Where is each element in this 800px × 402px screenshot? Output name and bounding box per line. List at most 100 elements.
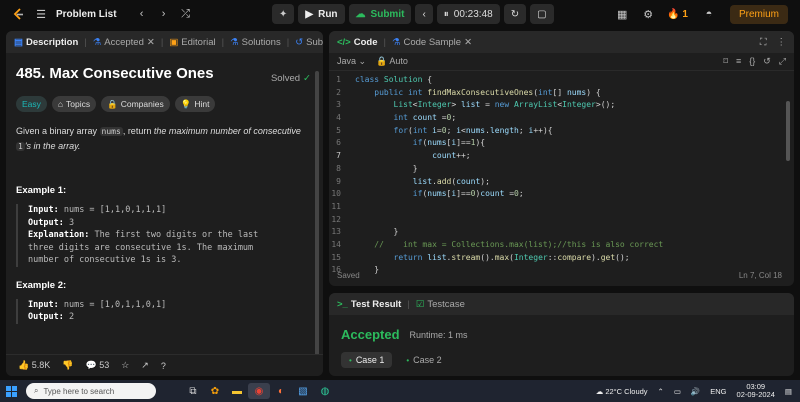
tag-icon: ⌂ (57, 99, 64, 109)
difficulty-badge: Easy (16, 96, 47, 112)
volume-icon[interactable]: 🔊 (691, 387, 700, 396)
flask-icon: ⚗ (92, 36, 102, 48)
layout-grid-icon[interactable]: ▦ (615, 7, 629, 21)
firefox-icon[interactable]: ◐ (270, 383, 292, 399)
comments-button[interactable]: 💬 53 (85, 360, 109, 371)
debug-button[interactable]: ✦ (272, 4, 295, 24)
cloud-upload-icon: ☁ (355, 8, 366, 20)
tab-accepted[interactable]: ⚗ Accepted ✕ (93, 37, 155, 48)
run-button[interactable]: ▶ Run (298, 4, 345, 24)
problem-title: 485. Max Consecutive Ones (16, 65, 214, 82)
tab-code[interactable]: </> Code (337, 37, 378, 48)
star-icon: ☆ (121, 360, 130, 370)
premium-button[interactable]: Premium (729, 4, 788, 24)
submit-button[interactable]: ☁ Submit (348, 4, 412, 24)
lock-icon: 🔒 (107, 98, 118, 109)
language-indicator[interactable]: ENG (710, 387, 726, 396)
system-tray: ☁ 22°C Cloudy ⌃ ▭ 🔊 ENG 03:09 02-09-2024 … (596, 380, 792, 402)
bookmark-icon[interactable]: ⌑ (723, 56, 728, 67)
edge-icon[interactable]: ◍ (314, 383, 336, 399)
lightbulb-icon: 💡 (180, 98, 192, 109)
format-icon[interactable]: ≡ (736, 56, 741, 67)
editor-toolbar: Java ⌄ 🔒 Auto ⌑ ≡ {} ↺ ⤢ (329, 53, 794, 71)
language-select[interactable]: Java ⌄ (337, 56, 366, 67)
description-footer: 👍 5.8K 👎 💬 53 ☆ ↗ ? (6, 354, 323, 376)
tab-test-result[interactable]: >_ Test Result (337, 299, 401, 310)
problem-list-icon[interactable]: ☰ (34, 7, 48, 21)
file-explorer-icon[interactable]: ▬ (226, 383, 248, 399)
flask-icon: ⚗ (230, 36, 239, 48)
problem-list-title[interactable]: Problem List (56, 9, 117, 20)
dislike-button[interactable]: 👎 (62, 360, 73, 371)
timer-reset-button[interactable]: ↻ (503, 4, 527, 24)
help-button[interactable]: ? (161, 361, 166, 371)
autocomplete-mode[interactable]: 🔒 Auto (376, 56, 408, 67)
timer-collapse-button[interactable]: ‹ (415, 4, 433, 24)
editor-scrollbar[interactable] (786, 101, 790, 161)
network-icon[interactable]: ▭ (674, 387, 681, 396)
leetcode-logo-icon[interactable] (12, 7, 26, 21)
shuffle-icon[interactable]: ⤮ (179, 7, 193, 21)
avatar[interactable]: ◓ (700, 7, 718, 21)
solved-status: Solved ✓ (270, 73, 311, 84)
settings-gear-icon[interactable]: ⚙ (641, 7, 655, 21)
search-icon: ⌕ (34, 386, 39, 395)
notes-button[interactable]: ▢ (530, 4, 554, 24)
help-icon: ? (160, 360, 166, 371)
bug-icon: ✦ (279, 8, 288, 20)
braces-icon[interactable]: {} (749, 56, 755, 67)
cloud-icon: ☁ (595, 386, 604, 396)
notification-icon[interactable]: ▤ (785, 387, 792, 396)
tab-submissions[interactable]: ↺Subm (295, 37, 323, 48)
show-hidden-icons[interactable]: ⌃ (658, 387, 664, 396)
hint-badge[interactable]: 💡 Hint (174, 96, 216, 112)
taskbar-search-input[interactable]: ⌕ Type here to search (26, 383, 156, 399)
copilot-icon[interactable]: ✿ (204, 383, 226, 399)
thumbs-up-icon: 👍 (18, 360, 30, 370)
cursor-position: Ln 7, Col 18 (738, 271, 782, 280)
prev-problem-icon[interactable]: ‹ (135, 7, 149, 21)
streak-counter[interactable]: 🔥 1 (667, 9, 688, 20)
tab-code-sample[interactable]: ⚗ Code Sample ✕ (392, 37, 472, 48)
top-bar: ☰ Problem List ‹ › ⤮ ✦ ▶ Run ☁ Submit ‹ ⏸ 0… (0, 0, 800, 28)
windows-start-icon[interactable] (0, 385, 22, 397)
tab-testcase[interactable]: ☑ Testcase (416, 299, 465, 310)
description-scrollbar[interactable] (315, 71, 319, 371)
like-button[interactable]: 👍 5.8K (18, 360, 50, 371)
lock-icon: 🔒 (376, 56, 388, 66)
tab-solutions[interactable]: ⚗ Solutions (230, 37, 281, 48)
timer[interactable]: ⏸ 00:23:48 (436, 4, 500, 24)
clock[interactable]: 03:09 02-09-2024 (737, 383, 775, 399)
test-result-panel: >_ Test Result | ☑ Testcase Accepted Runti… (329, 293, 794, 376)
result-tabs: >_ Test Result | ☑ Testcase (329, 293, 794, 315)
task-view-icon[interactable]: ⧉ (182, 383, 204, 399)
companies-badge[interactable]: 🔒 Companies (101, 96, 170, 112)
document-icon: ▤ (14, 36, 23, 48)
store-icon[interactable]: ▧ (292, 383, 314, 399)
close-icon[interactable]: ✕ (147, 37, 155, 48)
favorite-button[interactable]: ☆ (121, 360, 129, 371)
next-problem-icon[interactable]: › (157, 7, 171, 21)
tab-editorial[interactable]: ▣ Editorial (169, 37, 215, 48)
description-panel: ▤ Description | ⚗ Accepted ✕ | ▣ Editorial |… (6, 31, 323, 376)
chevron-down-icon: ⌄ (358, 56, 367, 66)
thumbs-down-icon: 👎 (62, 360, 74, 370)
reset-code-icon[interactable]: ↺ (763, 56, 771, 67)
share-button[interactable]: ↗ (141, 360, 149, 371)
topics-badge[interactable]: ⌂ Topics (51, 96, 97, 112)
flask-icon: ⚗ (391, 36, 401, 48)
checkbox-icon: ☑ (415, 298, 425, 310)
expand-icon[interactable]: ⤢ (779, 56, 786, 67)
code-editor[interactable]: 1 class Solution { 2 public int findMaxCo… (329, 71, 794, 278)
case-2-tab[interactable]: • Case 2 (398, 352, 449, 368)
pause-icon: ⏸ (443, 8, 449, 20)
case-1-tab[interactable]: • Case 1 (341, 352, 393, 368)
tab-description[interactable]: ▤ Description (14, 37, 78, 48)
more-icon[interactable]: ⋮ (777, 37, 787, 48)
example-2: Example 2: Input: nums = [1,0,1,1,0,1] O… (16, 280, 313, 324)
chrome-icon[interactable]: ◉ (248, 383, 270, 399)
weather-widget[interactable]: ☁ 22°C Cloudy (596, 387, 648, 396)
close-icon[interactable]: ✕ (464, 37, 472, 48)
runtime: Runtime: 1 ms (409, 329, 468, 340)
maximize-icon[interactable]: ⛶ (760, 37, 767, 48)
